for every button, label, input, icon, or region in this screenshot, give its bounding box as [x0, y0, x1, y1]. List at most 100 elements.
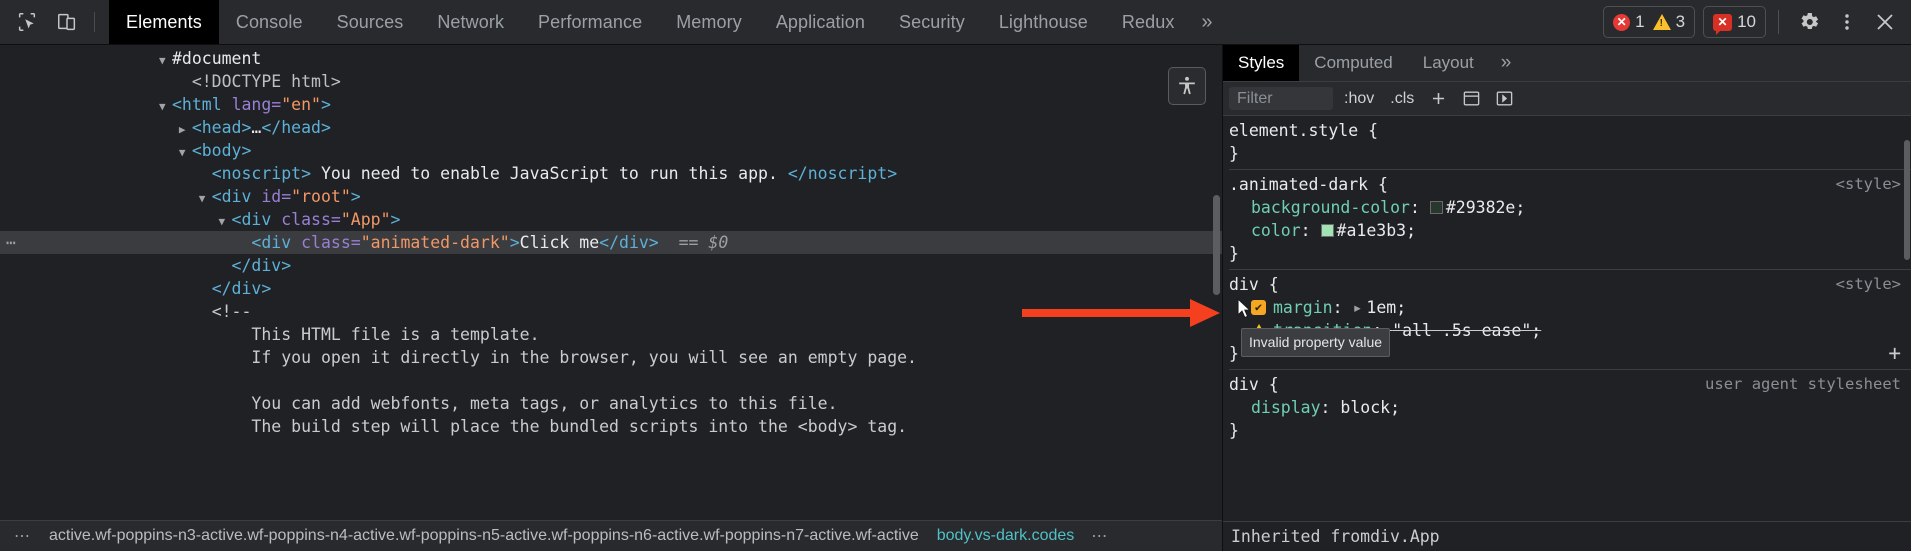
- dom-node[interactable]: ▼ #document: [0, 47, 1222, 70]
- dom-token: </div>: [599, 233, 659, 252]
- dom-node-selected[interactable]: ⋯ <div class="animated-dark">Click me</d…: [0, 231, 1222, 254]
- more-tabs-icon[interactable]: »: [1191, 0, 1226, 44]
- toggle-sidebar-icon[interactable]: [1491, 89, 1518, 108]
- tab-styles[interactable]: Styles: [1223, 45, 1300, 81]
- node-menu-handle[interactable]: ⋯: [6, 231, 17, 254]
- shorthand-expand-icon[interactable]: ▸: [1352, 296, 1362, 319]
- css-colon: :: [1320, 398, 1341, 417]
- issue-counters[interactable]: ✕ 1 3: [1603, 6, 1696, 38]
- expand-arrow-open-icon[interactable]: ▼: [159, 49, 171, 72]
- dom-node[interactable]: This HTML file is a template.: [0, 323, 1222, 346]
- expand-arrow-open-icon[interactable]: ▼: [219, 210, 231, 233]
- tab-lighthouse[interactable]: Lighthouse: [982, 0, 1105, 44]
- dom-node[interactable]: ▶ <head>…</head>: [0, 116, 1222, 139]
- tab-memory[interactable]: Memory: [659, 0, 759, 44]
- new-style-rule-icon[interactable]: [1425, 89, 1452, 108]
- declaration-checkbox[interactable]: ✔: [1251, 300, 1266, 315]
- dom-node[interactable]: ▼ <div id="root">: [0, 185, 1222, 208]
- error-count-badge[interactable]: ✕ 1: [1613, 12, 1645, 32]
- tab-sources[interactable]: Sources: [320, 0, 421, 44]
- tab-application[interactable]: Application: [759, 0, 882, 44]
- dom-tree[interactable]: ▼ #document <!DOCTYPE html> ▼ <html lang="…: [0, 45, 1222, 520]
- css-property-value[interactable]: #29382e;: [1446, 196, 1525, 219]
- css-property-name[interactable]: display: [1251, 396, 1321, 419]
- css-property-name[interactable]: color: [1251, 219, 1301, 242]
- rule-selector[interactable]: div {: [1229, 373, 1279, 396]
- styles-scrollbar[interactable]: [1904, 140, 1910, 260]
- rule-origin-link[interactable]: <style>: [1836, 173, 1911, 196]
- css-property-value[interactable]: 1em;: [1366, 296, 1406, 319]
- tab-label: Lighthouse: [998, 11, 1088, 32]
- rule-selector[interactable]: .animated-dark {: [1229, 173, 1388, 196]
- expand-arrow-open-icon[interactable]: ▼: [199, 187, 211, 210]
- dom-node[interactable]: ▼ <body>: [0, 139, 1222, 162]
- tab-console[interactable]: Console: [219, 0, 320, 44]
- gear-icon[interactable]: [1791, 4, 1827, 40]
- dom-tree-scrollbar[interactable]: [1213, 195, 1220, 295]
- css-property-name[interactable]: margin: [1273, 296, 1333, 319]
- message-count-badge[interactable]: ✕ 10: [1713, 12, 1756, 35]
- style-rules-list[interactable]: element.style {} .animated-dark {<style> b…: [1223, 116, 1911, 521]
- css-declaration[interactable]: ✔ margin: ▸ 1em;: [1229, 296, 1911, 319]
- expand-arrow-closed-icon[interactable]: ▶: [179, 118, 191, 141]
- class-toggle[interactable]: .cls: [1385, 90, 1419, 108]
- rule-selector-line: .animated-dark { <style>: [1229, 173, 1911, 196]
- breadcrumb-overflow-icon[interactable]: ⋯: [6, 526, 40, 546]
- dom-node[interactable]: [0, 369, 1222, 392]
- dom-node[interactable]: <noscript> You need to enable JavaScript…: [0, 162, 1222, 185]
- tab-computed[interactable]: Computed: [1299, 45, 1407, 81]
- dom-node[interactable]: ▼ <div class="App">: [0, 208, 1222, 231]
- css-property-value[interactable]: block;: [1340, 396, 1400, 419]
- dom-node[interactable]: If you open it directly in the browser, …: [0, 346, 1222, 369]
- breadcrumb-trailing-icon[interactable]: ⋯: [1083, 526, 1117, 546]
- warning-count-badge[interactable]: 3: [1652, 12, 1685, 32]
- style-rule[interactable]: div {user agent stylesheet display: block…: [1229, 369, 1911, 444]
- expand-arrow-open-icon[interactable]: ▼: [159, 95, 171, 118]
- more-options-icon[interactable]: [1829, 4, 1865, 40]
- inherited-target-link[interactable]: div.App: [1370, 527, 1440, 546]
- css-declaration[interactable]: background-color: #29382e;: [1229, 196, 1911, 219]
- tab-layout[interactable]: Layout: [1408, 45, 1489, 81]
- dom-node[interactable]: The build step will place the bundled sc…: [0, 415, 1222, 438]
- tab-elements[interactable]: Elements: [109, 0, 219, 44]
- more-styles-tabs-icon[interactable]: »: [1489, 45, 1524, 81]
- tab-network[interactable]: Network: [420, 0, 521, 44]
- filter-input[interactable]: Filter: [1229, 87, 1333, 110]
- rule-origin-link[interactable]: <style>: [1836, 273, 1911, 296]
- inspect-element-icon[interactable]: [10, 5, 44, 39]
- css-property-value[interactable]: #a1e3b3;: [1337, 219, 1416, 242]
- dom-node[interactable]: </div>: [0, 277, 1222, 300]
- dom-node[interactable]: <!DOCTYPE html>: [0, 70, 1222, 93]
- add-declaration-button[interactable]: +: [1888, 342, 1901, 365]
- dom-node[interactable]: </div>: [0, 254, 1222, 277]
- breadcrumb-item-current[interactable]: body.vs-dark.codes: [928, 527, 1084, 545]
- close-icon[interactable]: [1867, 4, 1903, 40]
- rule-selector[interactable]: element.style {: [1229, 119, 1378, 142]
- css-declaration[interactable]: color: #a1e3b3;: [1229, 219, 1911, 242]
- css-property-name[interactable]: background-color: [1251, 196, 1410, 219]
- dom-node[interactable]: <!--: [0, 300, 1222, 323]
- dom-node[interactable]: ▼ <html lang="en">: [0, 93, 1222, 116]
- dom-node[interactable]: You can add webfonts, meta tags, or anal…: [0, 392, 1222, 415]
- expand-arrow-open-icon[interactable]: ▼: [179, 141, 191, 164]
- breadcrumb-item[interactable]: active.wf-poppins-n3-active.wf-poppins-n…: [40, 527, 928, 545]
- tab-performance[interactable]: Performance: [521, 0, 659, 44]
- css-property-value[interactable]: "all .5s ease";: [1392, 319, 1541, 342]
- issues-counter[interactable]: ✕ 10: [1703, 6, 1766, 38]
- rule-origin-link[interactable]: user agent stylesheet: [1705, 373, 1911, 396]
- dom-token: lang=: [231, 95, 282, 114]
- tab-security[interactable]: Security: [882, 0, 982, 44]
- color-swatch[interactable]: [1320, 224, 1334, 237]
- tab-redux[interactable]: Redux: [1105, 0, 1192, 44]
- accessibility-icon[interactable]: [1168, 67, 1206, 105]
- devtools-window: Elements Console Sources Network Perform…: [0, 0, 1911, 551]
- style-rule[interactable]: .animated-dark { <style> background-color:…: [1229, 169, 1911, 267]
- device-toolbar-icon[interactable]: [50, 5, 84, 39]
- color-swatch[interactable]: [1429, 201, 1443, 214]
- rule-selector[interactable]: div {: [1229, 273, 1279, 296]
- style-rule[interactable]: element.style {}: [1229, 119, 1911, 167]
- hover-state-toggle[interactable]: :hov: [1339, 90, 1379, 108]
- computed-sidebar-icon[interactable]: [1458, 89, 1485, 108]
- css-declaration[interactable]: display: block;: [1229, 396, 1911, 419]
